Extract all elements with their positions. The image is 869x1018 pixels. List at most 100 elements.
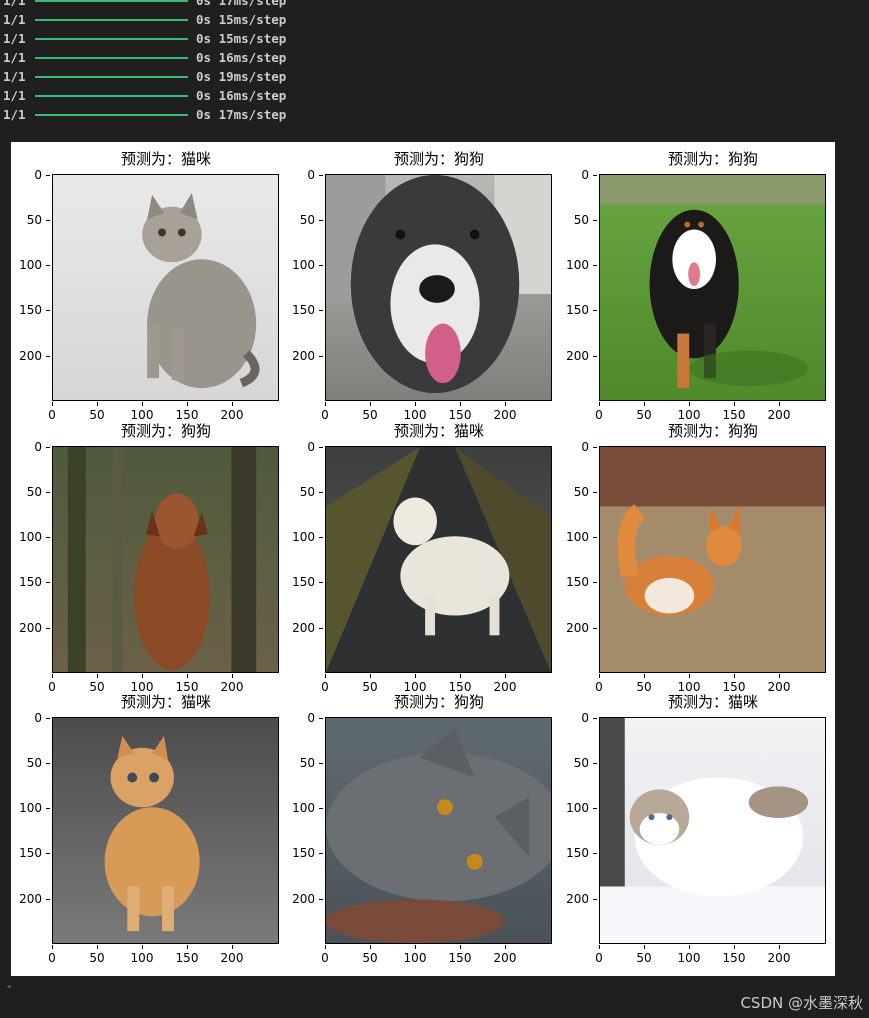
log-time: 0s 17ms/step [196,0,287,8]
x-tick-label: 150 [719,945,749,965]
y-tick-label: 150 [284,303,323,317]
y-tick-label: 50 [284,756,323,770]
y-tick-label: 100 [11,801,50,815]
prediction-title: 预测为：猫咪 [667,693,758,711]
x-tick-label: 0 [584,945,614,965]
y-tick-label: 200 [284,621,323,635]
image-axes [52,174,279,401]
x-tick-label: 200 [217,945,247,965]
prediction-panel: 预测为：狗狗 0 50 100 150 200 0 50 100 150 200 [558,414,831,694]
prediction-title: 预测为：猫咪 [120,150,211,168]
y-tick-label: 100 [558,801,597,815]
log-step: 1/1 [3,69,26,84]
scroll-left-arrow-icon[interactable]: ◂ [6,982,11,992]
progress-bar [35,37,188,40]
y-tick-label: 200 [558,349,597,363]
log-line: 1/1 0s 16ms/step [3,48,286,67]
progress-bar [35,0,188,2]
image-axes [52,446,279,673]
y-tick-label: 150 [284,575,323,589]
y-tick-label: 150 [11,303,50,317]
log-step: 1/1 [3,0,26,8]
x-tick-label: 100 [400,945,430,965]
prediction-title: 预测为：狗狗 [393,693,484,711]
prediction-panel: 预测为：猫咪 0 50 100 150 200 0 50 100 150 200 [558,685,831,965]
log-time: 0s 16ms/step [196,50,287,65]
log-time: 0s 16ms/step [196,88,287,103]
y-tick-label: 0 [11,711,50,725]
prediction-title: 预测为：狗狗 [667,422,758,440]
y-tick-label: 200 [11,349,50,363]
progress-bar [35,75,188,78]
x-tick-label: 50 [629,945,659,965]
log-step: 1/1 [3,12,26,27]
y-tick-label: 50 [558,485,597,499]
y-tick-label: 0 [11,168,50,182]
y-tick-label: 200 [558,892,597,906]
x-tick-label: 100 [674,945,704,965]
prediction-panel: 预测为：猫咪 0 50 100 150 200 0 50 100 150 200 [284,414,557,694]
progress-bar [35,18,188,21]
prediction-panel: 预测为：狗狗 0 50 100 150 200 0 50 100 150 200 [558,142,831,422]
image-axes [52,717,279,944]
log-line: 1/1 0s 15ms/step [3,10,286,29]
prediction-figure: 预测为：猫咪 0 50 100 150 200 0 50 100 150 200 预测为：狗狗 0 50 1… [11,142,835,976]
log-step: 1/1 [3,107,26,122]
y-tick-label: 50 [558,756,597,770]
y-tick-label: 200 [11,892,50,906]
image-axes [325,446,552,673]
y-tick-label: 200 [11,621,50,635]
y-tick-label: 0 [558,168,597,182]
image-axes [325,174,552,401]
x-tick-label: 0 [37,945,67,965]
x-tick-label: 150 [445,945,475,965]
y-tick-label: 0 [11,440,50,454]
x-tick-label: 0 [310,945,340,965]
watermark: CSDN @水墨深秋 [740,994,863,1012]
prediction-panel: 预测为：猫咪 0 50 100 150 200 0 50 100 150 200 [11,142,284,422]
log-time: 0s 15ms/step [196,31,287,46]
x-tick-label: 50 [355,945,385,965]
y-tick-label: 50 [11,756,50,770]
image-axes [599,717,826,944]
log-time: 0s 17ms/step [196,107,287,122]
prediction-panel: 预测为：狗狗 0 50 100 150 200 0 50 100 150 200 [11,414,284,694]
x-tick-label: 50 [82,945,112,965]
progress-bar [35,113,188,116]
y-tick-label: 50 [284,485,323,499]
y-tick-label: 200 [284,892,323,906]
prediction-title: 预测为：狗狗 [393,150,484,168]
log-line: 1/1 0s 17ms/step [3,0,286,10]
y-tick-label: 100 [11,258,50,272]
y-tick-label: 200 [558,621,597,635]
image-axes [325,717,552,944]
log-step: 1/1 [3,31,26,46]
y-tick-label: 0 [284,440,323,454]
y-tick-label: 100 [284,801,323,815]
y-tick-label: 0 [558,711,597,725]
log-line: 1/1 0s 15ms/step [3,29,286,48]
x-tick-label: 200 [490,945,520,965]
log-time: 0s 19ms/step [196,69,287,84]
prediction-title: 预测为：猫咪 [393,422,484,440]
y-tick-label: 100 [558,258,597,272]
y-tick-label: 150 [11,575,50,589]
progress-bar [35,56,188,59]
console-log: 1/1 0s 17ms/step 1/1 0s 15ms/step 1/1 0s 15ms… [3,0,286,124]
prediction-title: 预测为：猫咪 [120,693,211,711]
log-step: 1/1 [3,88,26,103]
y-tick-label: 0 [284,711,323,725]
y-tick-label: 50 [284,213,323,227]
y-tick-label: 150 [558,846,597,860]
y-tick-label: 100 [284,258,323,272]
x-tick-label: 150 [172,945,202,965]
log-line: 1/1 0s 16ms/step [3,86,286,105]
y-tick-label: 50 [558,213,597,227]
y-tick-label: 0 [284,168,323,182]
prediction-panel: 预测为：猫咪 0 50 100 150 200 0 50 100 150 200 [11,685,284,965]
x-tick-label: 200 [764,945,794,965]
y-tick-label: 200 [284,349,323,363]
prediction-panel: 预测为：狗狗 0 50 100 150 200 0 50 100 150 200 [284,142,557,422]
prediction-panel: 预测为：狗狗 0 50 100 150 200 0 50 100 150 200 [284,685,557,965]
y-tick-label: 150 [558,575,597,589]
